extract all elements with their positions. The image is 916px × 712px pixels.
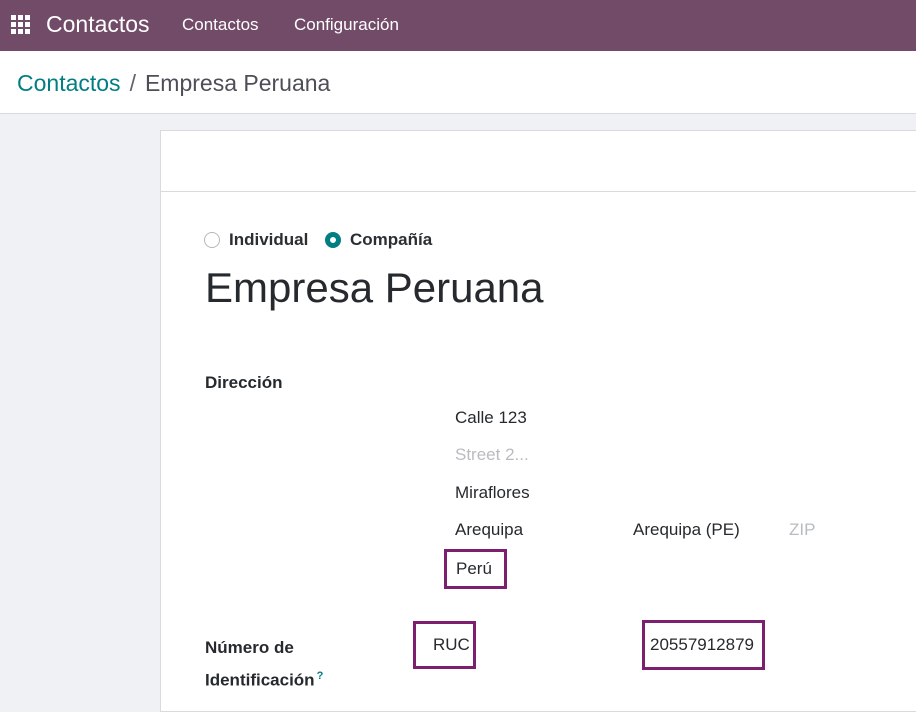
form-statusbar: [161, 131, 916, 192]
help-tooltip-icon[interactable]: ?: [317, 670, 324, 682]
breadcrumb-separator: /: [129, 70, 136, 96]
radio-individual-label: Individual: [229, 230, 309, 249]
zip-field[interactable]: ZIP: [789, 520, 815, 540]
radio-individual[interactable]: Individual: [204, 230, 308, 250]
street2-field[interactable]: Street 2...: [455, 445, 529, 465]
country-field[interactable]: Perú: [444, 549, 507, 589]
form-sheet: [160, 130, 916, 712]
company-name-field[interactable]: Empresa Peruana: [205, 264, 544, 312]
app-brand[interactable]: Contactos: [46, 11, 150, 38]
state-field[interactable]: Arequipa (PE): [633, 520, 740, 540]
top-navbar: Contactos Contactos Configuración: [0, 0, 916, 51]
radio-compania-label: Compañía: [350, 230, 433, 249]
identification-type-field[interactable]: RUC: [413, 621, 476, 669]
city-field[interactable]: Miraflores: [455, 483, 530, 503]
city-state-field[interactable]: Arequipa: [455, 520, 523, 540]
identification-label-line1: Número de: [205, 638, 294, 657]
breadcrumb: Contactos / Empresa Peruana: [17, 70, 330, 97]
identification-number-field[interactable]: 20557912879: [642, 620, 765, 670]
menu-configuracion[interactable]: Configuración: [294, 15, 399, 35]
radio-compania[interactable]: Compañía: [325, 230, 432, 250]
menu-contactos[interactable]: Contactos: [182, 15, 259, 35]
radio-checked-icon[interactable]: [325, 232, 341, 248]
control-panel: Contactos / Empresa Peruana: [0, 51, 916, 114]
street-field[interactable]: Calle 123: [455, 408, 527, 428]
apps-grid-icon[interactable]: [11, 15, 30, 34]
breadcrumb-parent-link[interactable]: Contactos: [17, 70, 121, 96]
breadcrumb-current: Empresa Peruana: [144, 70, 331, 96]
address-label: Dirección: [205, 373, 283, 392]
identification-label-line2: Identificación: [205, 670, 315, 690]
radio-unchecked-icon[interactable]: [204, 232, 220, 248]
identification-label: Número de Identificación?: [205, 634, 355, 695]
